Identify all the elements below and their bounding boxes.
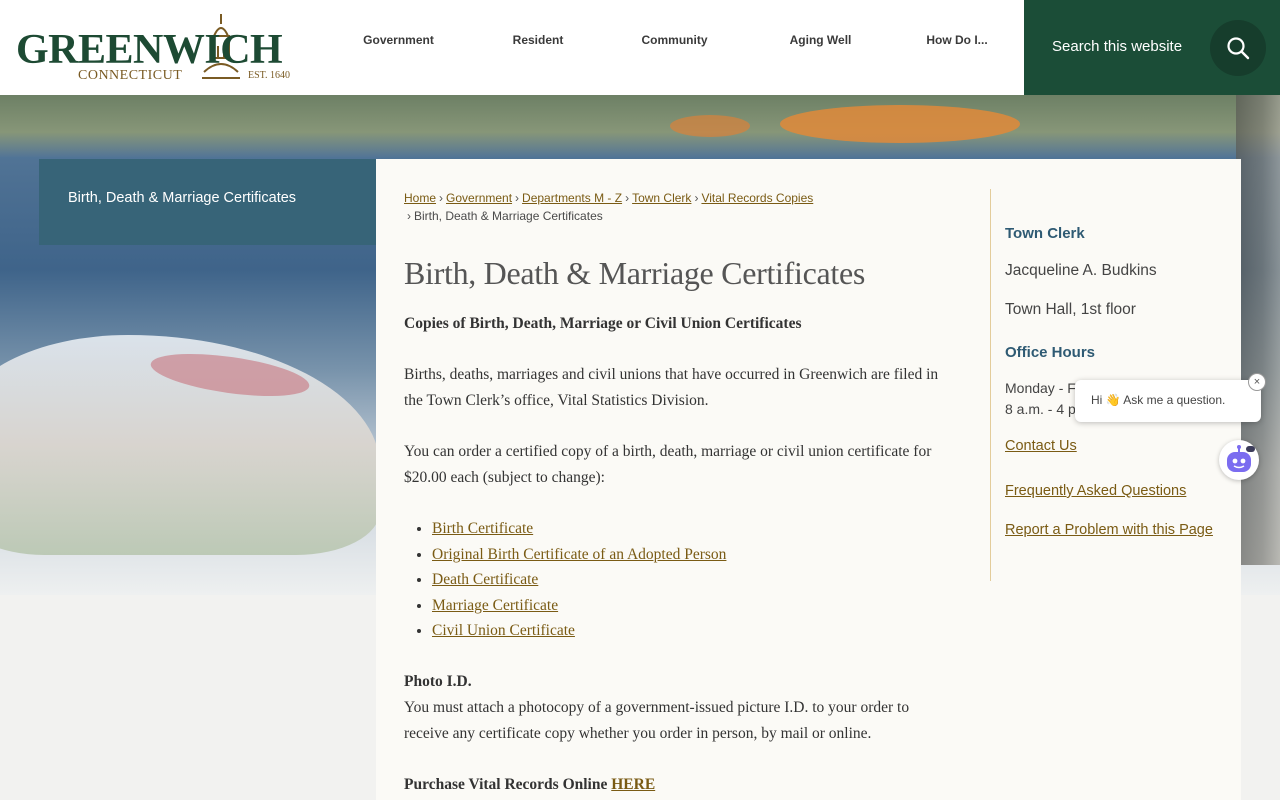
nav-item-label: Aging Well (789, 33, 852, 47)
page-body: Copies of Birth, Death, Marriage or Civi… (404, 311, 954, 800)
photo-id-section: Photo I.D. You must attach a photocopy o… (404, 669, 954, 747)
list-item: Civil Union Certificate (432, 618, 954, 644)
death-certificate-link[interactable]: Death Certificate (432, 571, 538, 588)
photo-id-text: You must attach a photocopy of a governm… (404, 698, 910, 742)
site-header: GREENWICH CONNECTICUT EST. 1640 Governme… (0, 0, 1280, 95)
nav-item-government[interactable]: Government (330, 0, 467, 80)
purchase-text: Purchase Vital Records Online (404, 775, 608, 793)
photo-id-heading: Photo I.D. (404, 672, 472, 690)
logo-established: EST. 1640 (248, 70, 291, 81)
section-nav: Birth, Death & Marriage Certificates (39, 159, 376, 245)
logo-state: CONNECTICUT (78, 68, 183, 83)
column-divider (990, 189, 991, 581)
marriage-certificate-link[interactable]: Marriage Certificate (432, 597, 558, 614)
chat-message: Hi 👋 Ask me a question. (1091, 393, 1226, 407)
page-subtitle: Copies of Birth, Death, Marriage or Civi… (404, 315, 802, 332)
nav-item-label: How Do I... (926, 33, 988, 47)
chatbot-launcher[interactable] (1219, 440, 1259, 480)
intro-paragraph: Births, deaths, marriages and civil unio… (404, 366, 939, 409)
close-icon: × (1253, 376, 1261, 388)
main-nav: Government Resident Community Aging Well… (330, 0, 1013, 80)
nav-item-label: Government (363, 33, 434, 47)
office-hours-heading: Office Hours (1005, 344, 1096, 361)
purchase-section: Purchase Vital Records Online HERE (404, 772, 954, 798)
breadcrumb-departments[interactable]: Departments M - Z (522, 191, 622, 205)
greenwich-logo[interactable]: GREENWICH CONNECTICUT EST. 1640 (14, 12, 300, 86)
nav-item-label: Resident (512, 33, 564, 47)
contact-location: Town Hall, 1st floor (1005, 301, 1136, 318)
breadcrumb-government[interactable]: Government (446, 191, 512, 205)
contact-us-link[interactable]: Contact Us (1005, 438, 1077, 454)
content-panel: Home › Government › Departments M - Z › Town C… (376, 159, 1241, 800)
contact-name: Jacqueline A. Budkins (1005, 262, 1157, 279)
birth-certificate-link[interactable]: Birth Certificate (432, 520, 533, 537)
report-problem-link[interactable]: Report a Problem with this Page (1005, 522, 1213, 538)
list-item: Marriage Certificate (432, 593, 954, 619)
adopted-birth-certificate-link[interactable]: Original Birth Certificate of an Adopted… (432, 546, 726, 563)
section-nav-item-birth-death-marriage[interactable]: Birth, Death & Marriage Certificates (68, 190, 296, 206)
civil-union-certificate-link[interactable]: Civil Union Certificate (432, 622, 575, 639)
breadcrumb-current: Birth, Death & Marriage Certificates (414, 209, 603, 223)
breadcrumb-home[interactable]: Home (404, 191, 436, 205)
list-item: Birth Certificate (432, 516, 954, 542)
faq-link[interactable]: Frequently Asked Questions (1005, 483, 1186, 499)
logo-wordmark: GREENWICH (16, 27, 283, 73)
search-button[interactable] (1210, 20, 1266, 76)
order-paragraph: You can order a certified copy of a birt… (404, 443, 932, 486)
nav-item-community[interactable]: Community (609, 0, 740, 80)
nav-item-label: Community (641, 33, 708, 47)
breadcrumb: Home › Government › Departments M - Z › Town C… (404, 191, 814, 223)
page-title: Birth, Death & Marriage Certificates (404, 255, 866, 291)
breadcrumb-vital-records[interactable]: Vital Records Copies (701, 191, 813, 205)
chatbot-icon (1227, 445, 1255, 472)
purchase-online-link[interactable]: HERE (611, 776, 655, 793)
breadcrumb-town-clerk[interactable]: Town Clerk (632, 191, 691, 205)
chat-close-button[interactable]: × (1248, 373, 1266, 391)
certificate-links: Birth Certificate Original Birth Certifi… (432, 516, 954, 644)
nav-item-aging-well[interactable]: Aging Well (740, 0, 901, 80)
nav-item-how-do-i[interactable]: How Do I... (901, 0, 1013, 80)
chat-prompt[interactable]: Hi 👋 Ask me a question. (1075, 380, 1261, 422)
contact-heading: Town Clerk (1005, 225, 1085, 242)
list-item: Death Certificate (432, 567, 954, 593)
nav-item-resident[interactable]: Resident (467, 0, 609, 80)
list-item: Original Birth Certificate of an Adopted… (432, 542, 954, 568)
search-box[interactable]: Search this website (1024, 0, 1280, 95)
search-icon (1227, 37, 1250, 60)
search-input[interactable]: Search this website (1052, 38, 1182, 55)
